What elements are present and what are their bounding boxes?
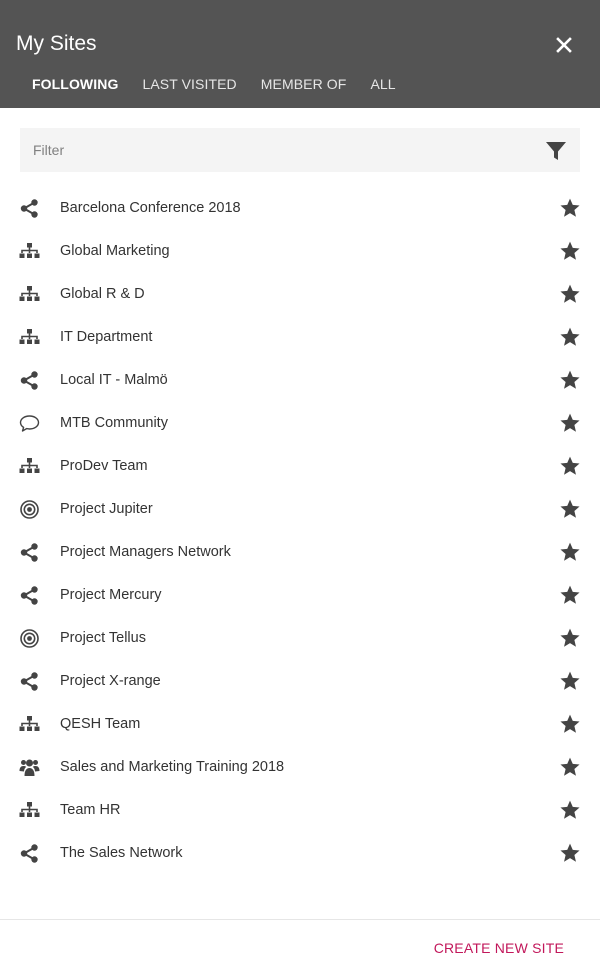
star-icon bbox=[560, 843, 580, 862]
follow-star-button[interactable] bbox=[559, 670, 581, 692]
star-icon bbox=[560, 671, 580, 690]
star-icon bbox=[560, 628, 580, 647]
follow-star-button[interactable] bbox=[559, 455, 581, 477]
filter-icon bbox=[546, 142, 566, 160]
follow-star-button[interactable] bbox=[559, 541, 581, 563]
star-icon bbox=[560, 585, 580, 604]
follow-star-button[interactable] bbox=[559, 627, 581, 649]
star-icon bbox=[560, 284, 580, 303]
tab-bar: FOLLOWING LAST VISITED MEMBER OF ALL bbox=[32, 74, 420, 94]
follow-star-button[interactable] bbox=[559, 412, 581, 434]
follow-star-button[interactable] bbox=[559, 584, 581, 606]
comment-icon bbox=[19, 413, 40, 434]
share-icon bbox=[19, 542, 40, 563]
follow-star-button[interactable] bbox=[559, 240, 581, 262]
site-item[interactable]: Project X-range bbox=[0, 660, 600, 703]
share-icon bbox=[19, 671, 40, 692]
panel-footer: CREATE NEW SITE bbox=[0, 919, 600, 973]
sitemap-icon bbox=[19, 800, 40, 821]
site-name: Barcelona Conference 2018 bbox=[60, 200, 241, 216]
create-new-site-button[interactable]: CREATE NEW SITE bbox=[434, 940, 564, 956]
star-icon bbox=[560, 241, 580, 260]
site-list: Barcelona Conference 2018 Global Marketin… bbox=[0, 187, 600, 875]
follow-star-button[interactable] bbox=[559, 283, 581, 305]
follow-star-button[interactable] bbox=[559, 498, 581, 520]
site-item[interactable]: Barcelona Conference 2018 bbox=[0, 187, 600, 230]
star-icon bbox=[560, 499, 580, 518]
star-icon bbox=[560, 542, 580, 561]
site-name: Sales and Marketing Training 2018 bbox=[60, 759, 285, 775]
follow-star-button[interactable] bbox=[559, 842, 581, 864]
site-item[interactable]: Project Mercury bbox=[0, 574, 600, 617]
site-name: QESH Team bbox=[60, 716, 141, 732]
sitemap-icon bbox=[19, 714, 40, 735]
panel-title: My Sites bbox=[16, 32, 97, 55]
tab-all[interactable]: ALL bbox=[370, 74, 395, 94]
tab-following[interactable]: FOLLOWING bbox=[32, 74, 118, 94]
site-item[interactable]: Sales and Marketing Training 2018 bbox=[0, 746, 600, 789]
share-icon bbox=[19, 843, 40, 864]
site-name: IT Department bbox=[60, 329, 153, 345]
site-item[interactable]: ProDev Team bbox=[0, 445, 600, 488]
share-icon bbox=[19, 585, 40, 606]
site-name: Global R & D bbox=[60, 286, 145, 302]
target-icon bbox=[19, 499, 40, 520]
site-name: Project Managers Network bbox=[60, 544, 231, 560]
star-icon bbox=[560, 413, 580, 432]
sitemap-icon bbox=[19, 456, 40, 477]
follow-star-button[interactable] bbox=[559, 713, 581, 735]
close-icon bbox=[556, 37, 572, 53]
share-icon bbox=[19, 370, 40, 391]
star-icon bbox=[560, 198, 580, 217]
site-name: Project X-range bbox=[60, 673, 161, 689]
site-item[interactable]: Project Jupiter bbox=[0, 488, 600, 531]
site-name: Team HR bbox=[60, 802, 121, 818]
follow-star-button[interactable] bbox=[559, 197, 581, 219]
star-icon bbox=[560, 327, 580, 346]
site-item[interactable]: MTB Community bbox=[0, 402, 600, 445]
star-icon bbox=[560, 757, 580, 776]
follow-star-button[interactable] bbox=[559, 369, 581, 391]
site-item[interactable]: Team HR bbox=[0, 789, 600, 832]
tab-member-of[interactable]: MEMBER OF bbox=[261, 74, 347, 94]
site-name: Project Mercury bbox=[60, 587, 162, 603]
site-item[interactable]: Project Managers Network bbox=[0, 531, 600, 574]
site-item[interactable]: QESH Team bbox=[0, 703, 600, 746]
site-item[interactable]: The Sales Network bbox=[0, 832, 600, 875]
site-name: ProDev Team bbox=[60, 458, 148, 474]
follow-star-button[interactable] bbox=[559, 756, 581, 778]
users-icon bbox=[19, 757, 40, 778]
sitemap-icon bbox=[19, 241, 40, 262]
site-item[interactable]: IT Department bbox=[0, 316, 600, 359]
tab-last-visited[interactable]: LAST VISITED bbox=[142, 74, 236, 94]
star-icon bbox=[560, 714, 580, 733]
site-name: Global Marketing bbox=[60, 243, 170, 259]
site-item[interactable]: Local IT - Malmö bbox=[0, 359, 600, 402]
follow-star-button[interactable] bbox=[559, 326, 581, 348]
site-name: Project Tellus bbox=[60, 630, 146, 646]
site-item[interactable]: Global Marketing bbox=[0, 230, 600, 273]
star-icon bbox=[560, 456, 580, 475]
site-name: The Sales Network bbox=[60, 845, 183, 861]
close-button[interactable] bbox=[553, 34, 575, 56]
site-name: Local IT - Malmö bbox=[60, 372, 168, 388]
target-icon bbox=[19, 628, 40, 649]
site-item[interactable]: Project Tellus bbox=[0, 617, 600, 660]
panel-header: My Sites FOLLOWING LAST VISITED MEMBER O… bbox=[0, 0, 600, 108]
site-name: Project Jupiter bbox=[60, 501, 153, 517]
site-name: MTB Community bbox=[60, 415, 168, 431]
filter-input[interactable] bbox=[20, 128, 540, 172]
sitemap-icon bbox=[19, 284, 40, 305]
sitemap-icon bbox=[19, 327, 40, 348]
share-icon bbox=[19, 198, 40, 219]
filter-button[interactable] bbox=[545, 140, 567, 162]
follow-star-button[interactable] bbox=[559, 799, 581, 821]
star-icon bbox=[560, 800, 580, 819]
site-item[interactable]: Global R & D bbox=[0, 273, 600, 316]
star-icon bbox=[560, 370, 580, 389]
filter-box bbox=[20, 128, 580, 172]
